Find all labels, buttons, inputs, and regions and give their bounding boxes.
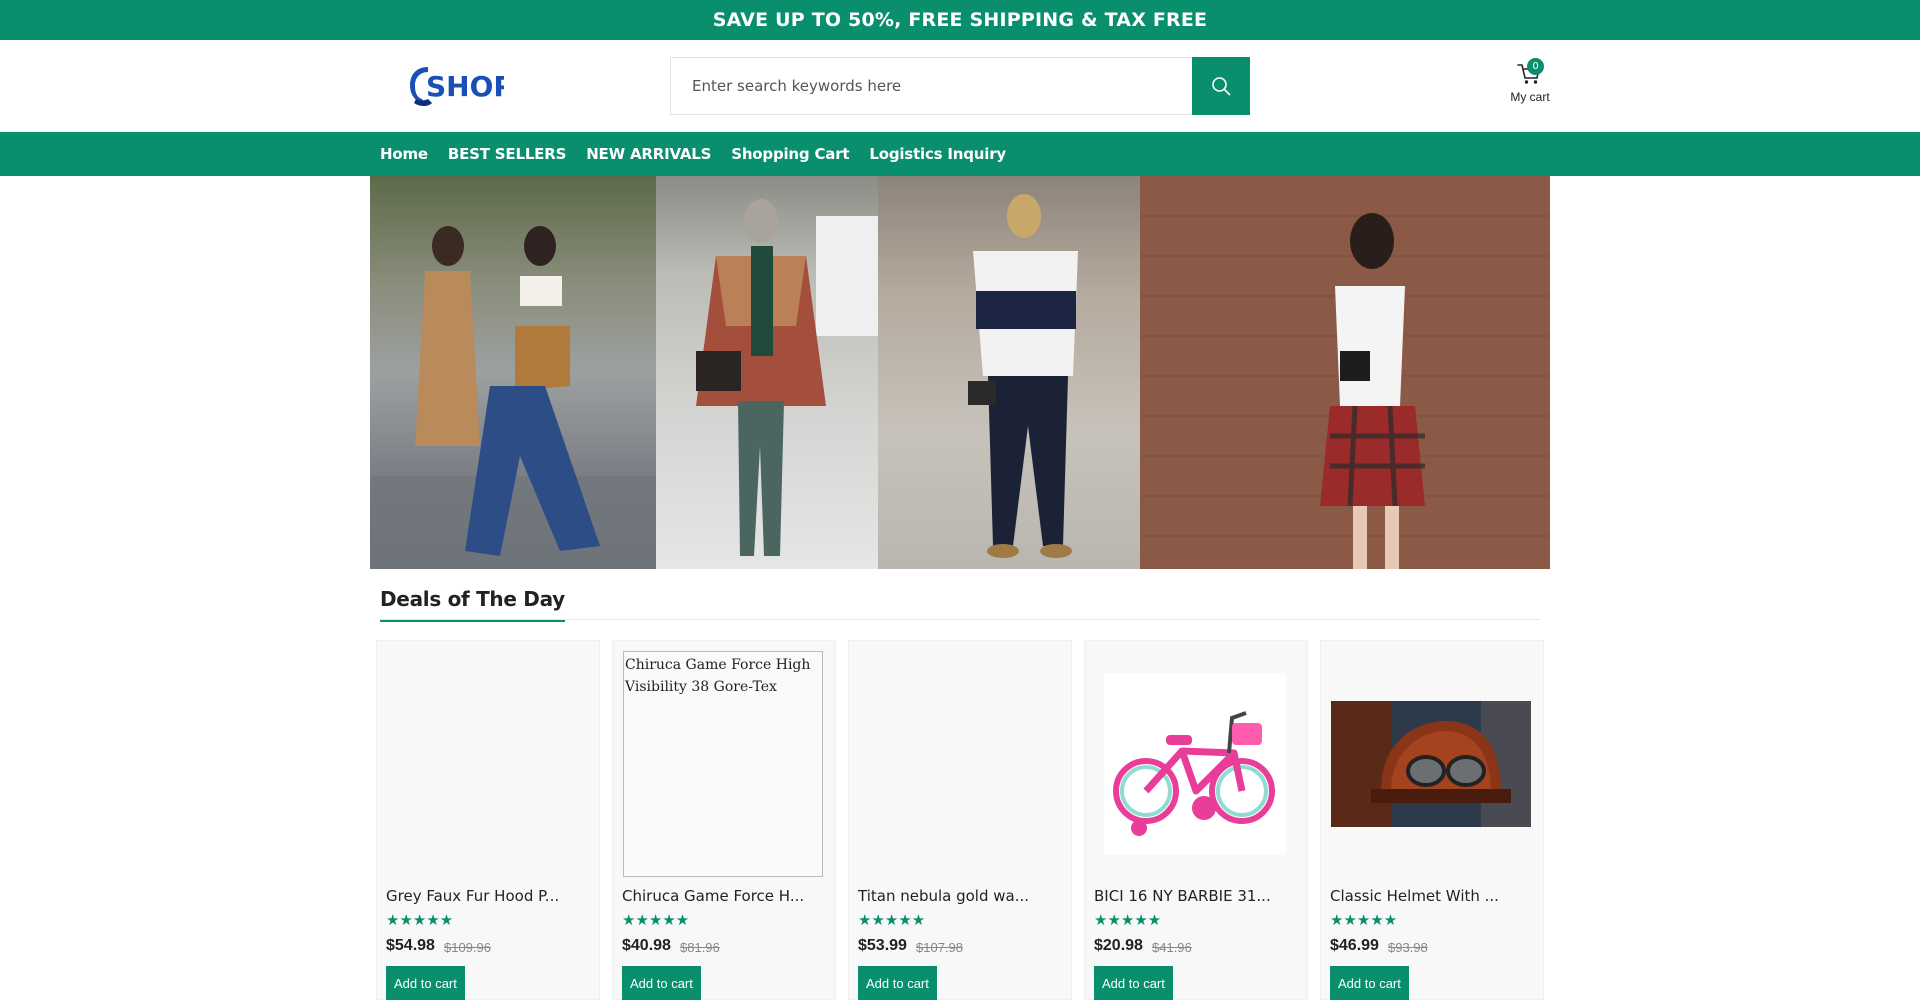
search-button[interactable] (1192, 57, 1250, 115)
nav-shopping-cart[interactable]: Shopping Cart (731, 145, 849, 163)
product-name[interactable]: Classic Helmet With ... (1330, 887, 1499, 905)
bicycle-image (1104, 673, 1286, 855)
banner-photo-4 (1140, 176, 1550, 569)
nav-new-arrivals[interactable]: NEW ARRIVALS (586, 145, 711, 163)
deals-title: Deals of The Day (380, 587, 565, 622)
product-card[interactable]: Titan nebula gold wa... ★★★★★ $53.99 $10… (848, 640, 1072, 1000)
hero-banner[interactable] (370, 176, 1550, 569)
add-to-cart-button[interactable]: Add to cart (1094, 966, 1173, 1000)
svg-text:SHOP: SHOP (426, 70, 504, 103)
cart-label: My cart (1510, 90, 1550, 104)
deals-product-list: Grey Faux Fur Hood P... ★★★★★ $54.98 $10… (376, 640, 1544, 1000)
product-image[interactable] (859, 651, 1059, 877)
banner-photo-2 (656, 176, 878, 569)
helmet-image (1331, 701, 1531, 827)
product-name[interactable]: Chiruca Game Force H... (622, 887, 804, 905)
logo-icon: SHOP (410, 67, 504, 106)
shop-logo[interactable]: SHOP (406, 63, 504, 109)
product-rating: ★★★★★ (858, 912, 926, 929)
add-to-cart-button[interactable]: Add to cart (386, 966, 465, 1000)
product-card[interactable]: Chiruca Game Force High Visibility 38 Go… (612, 640, 836, 1000)
product-name[interactable]: Titan nebula gold wa... (858, 887, 1029, 905)
add-to-cart-button[interactable]: Add to cart (858, 966, 937, 1000)
product-name[interactable]: Grey Faux Fur Hood P... (386, 887, 559, 905)
header: SHOP 0 My cart (0, 40, 1920, 132)
nav-best-sellers[interactable]: BEST SELLERS (448, 145, 567, 163)
product-old-price: $107.98 (916, 940, 963, 955)
banner-photo-1 (370, 176, 656, 569)
product-price: $20.98 (1094, 937, 1143, 954)
product-image-alt: Chiruca Game Force High Visibility 38 Go… (625, 657, 811, 695)
product-image[interactable] (1095, 651, 1295, 877)
product-price: $46.99 (1330, 937, 1379, 954)
my-cart-button[interactable]: 0 My cart (1508, 58, 1552, 108)
product-rating: ★★★★★ (622, 912, 690, 929)
product-card[interactable]: BICI 16 NY BARBIE 31... ★★★★★ $20.98 $41… (1084, 640, 1308, 1000)
cart-count-badge: 0 (1527, 58, 1544, 75)
product-name[interactable]: BICI 16 NY BARBIE 31... (1094, 887, 1271, 905)
product-price: $54.98 (386, 937, 435, 954)
search-input[interactable] (670, 57, 1192, 115)
product-image[interactable]: Chiruca Game Force High Visibility 38 Go… (623, 651, 823, 877)
product-rating: ★★★★★ (1330, 912, 1398, 929)
add-to-cart-button[interactable]: Add to cart (622, 966, 701, 1000)
search-icon (1212, 77, 1231, 96)
deals-section-header: Deals of The Day (380, 587, 1540, 622)
promo-text: SAVE UP TO 50%, FREE SHIPPING & TAX FREE (712, 9, 1208, 31)
product-price: $40.98 (622, 937, 671, 954)
product-image[interactable] (1331, 651, 1531, 877)
product-rating: ★★★★★ (1094, 912, 1162, 929)
promo-bar: SAVE UP TO 50%, FREE SHIPPING & TAX FREE (0, 0, 1920, 40)
product-card[interactable]: Classic Helmet With ... ★★★★★ $46.99 $93… (1320, 640, 1544, 1000)
nav-home[interactable]: Home (380, 145, 428, 163)
product-rating: ★★★★★ (386, 912, 454, 929)
banner-photo-3 (878, 176, 1140, 569)
product-old-price: $81.96 (680, 940, 720, 955)
nav-logistics-inquiry[interactable]: Logistics Inquiry (869, 145, 1006, 163)
main-nav: Home BEST SELLERS NEW ARRIVALS Shopping … (0, 132, 1920, 176)
product-old-price: $109.96 (444, 940, 491, 955)
search-bar (670, 57, 1250, 115)
product-image[interactable] (387, 651, 587, 877)
product-card[interactable]: Grey Faux Fur Hood P... ★★★★★ $54.98 $10… (376, 640, 600, 1000)
product-old-price: $41.96 (1152, 940, 1192, 955)
product-old-price: $93.98 (1388, 940, 1428, 955)
product-price: $53.99 (858, 937, 907, 954)
add-to-cart-button[interactable]: Add to cart (1330, 966, 1409, 1000)
